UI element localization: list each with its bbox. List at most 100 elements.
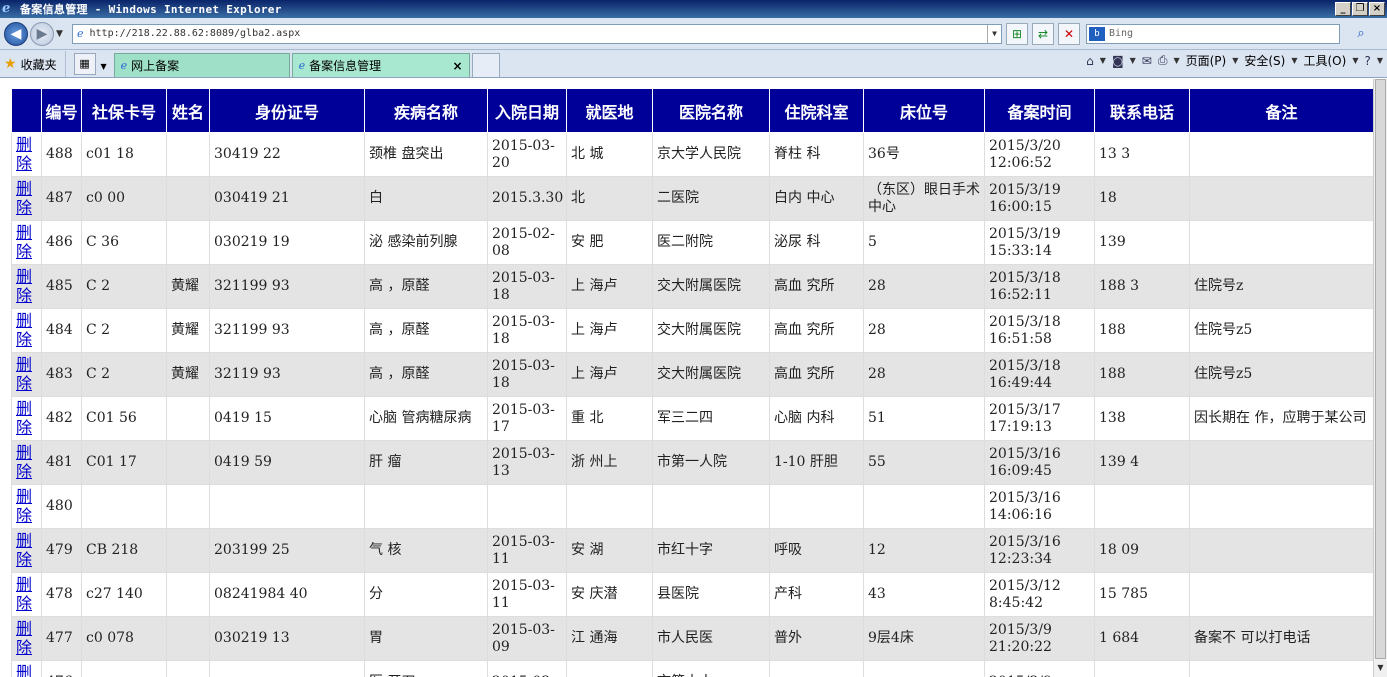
minimize-button[interactable]: _ [1335,2,1351,16]
command-bar: ⌂ ▼ ◙ ▼ ✉ ⎙ ▼ 页面(P) ▼ 安全(S) ▼ 工具(O) ▼ ? ▼ [1086,52,1383,69]
delete-link[interactable]: 删除 [16,443,32,481]
delete-link[interactable]: 删除 [16,575,32,613]
cell-place: 上 海卢 [566,352,653,397]
history-dropdown-icon[interactable]: ▼ [56,29,68,39]
cell-number: 483 [41,352,82,397]
page-menu[interactable]: 页面(P) [1186,52,1227,69]
page-dropdown-icon[interactable]: ▼ [1232,56,1238,65]
tools-menu[interactable]: 工具(O) [1304,52,1347,69]
cell-place: 北 城 [566,132,653,177]
star-icon: ★ [4,56,17,72]
tab-online-filing[interactable]: ℯ 网上备案 [113,53,290,77]
delete-link[interactable]: 删除 [16,399,32,437]
safety-menu[interactable]: 安全(S) [1244,52,1285,69]
cell-filing-time: 2015/3/20 12:06:52 [984,132,1095,177]
cell-id-number: 0419 59 [209,440,365,485]
cell-number: 486 [41,220,82,265]
back-button[interactable]: ◀ [4,21,28,46]
table-row: 删除 481 C01 17 0419 59 肝 瘤 2015-03-13 浙 州上 市第一人院… [11,440,1374,485]
tools-dropdown-icon[interactable]: ▼ [1352,56,1358,65]
delete-link[interactable]: 删除 [16,663,32,677]
delete-link[interactable]: 删除 [16,531,32,569]
close-window-button[interactable]: × [1369,2,1385,16]
delete-link[interactable]: 删除 [16,619,32,657]
cell-admit-date: 2015-03-09 [487,616,567,661]
cell-action: 删除 [11,440,42,485]
window-title: 备案信息管理 - Windows Internet Explorer [20,3,282,16]
cell-phone: 13 3 [1094,132,1190,177]
delete-link[interactable]: 删除 [16,179,32,217]
table-row: 删除 484 C 2 黄耀 321199 93 高 ，原醛 2015-03-18 上 海卢 交大… [11,308,1374,353]
filing-table: 编号 社保卡号 姓名 身份证号 疾病名称 入院日期 就医地 医院名称 住院科室 … [11,88,1374,677]
cell-note [1189,660,1374,677]
tab-list-dropdown-icon[interactable]: ▼ [98,62,110,71]
cell-number: 479 [41,528,82,573]
new-tab-button[interactable] [471,53,500,77]
cell-bed: 51 [863,396,985,441]
delete-link[interactable]: 删除 [16,311,32,349]
cell-action: 删除 [11,616,42,661]
cell-disease: 气 核 [364,528,488,573]
cell-hospital: 京大学人民院 [652,132,770,177]
scrollbar-thumb[interactable] [1375,79,1386,659]
table-row: 删除 479 CB 218 203199 25 气 核 2015-03-11 安 湖市红十字… [11,528,1374,573]
feeds-dropdown-icon[interactable]: ▼ [1130,56,1136,65]
cell-phone: 138 [1094,396,1190,441]
cell-number: 488 [41,132,82,177]
cell-filing-time: 2015/3/12 8:45:42 [984,572,1095,617]
search-icon[interactable]: ⌕ [1346,23,1376,45]
safety-dropdown-icon[interactable]: ▼ [1291,56,1297,65]
delete-link[interactable]: 删除 [16,267,32,305]
vertical-scrollbar[interactable]: ▼ [1373,79,1387,677]
header-department: 住院科室 [769,88,864,133]
cell-filing-time: 2015/3/16 16:09:45 [984,440,1095,485]
delete-link[interactable]: 删除 [16,223,32,261]
header-phone: 联系电话 [1094,88,1190,133]
stop-icon[interactable]: ✕ [1058,22,1080,45]
forward-button[interactable]: ▶ [30,21,54,46]
tab-filing-management[interactable]: ℯ 备案信息管理 × [291,53,470,77]
cell-disease: 白 [364,176,488,221]
cell-action: 删除 [11,528,42,573]
cell-name [166,132,210,177]
help-icon[interactable]: ? [1364,54,1370,68]
page-icon: ℯ [77,27,84,40]
delete-link[interactable]: 删除 [16,487,32,525]
cell-place: 江 通海 [566,616,653,661]
header-action [11,88,42,133]
table-row: 删除 480 2015/3/16 14:06:16 [11,484,1374,529]
feeds-icon[interactable]: ◙ [1112,54,1124,68]
mail-icon[interactable]: ✉ [1142,54,1152,68]
cell-number: 476 [41,660,82,677]
delete-link[interactable]: 删除 [16,355,32,393]
cell-admit-date [487,484,567,529]
cell-bed: 28 [863,264,985,309]
delete-link[interactable]: 删除 [16,135,32,173]
url-field[interactable]: ℯ http://218.22.88.62:8089/glba2.aspx ▼ [72,23,1002,44]
url-dropdown-icon[interactable]: ▼ [987,24,1001,43]
header-filing-time: 备案时间 [984,88,1095,133]
cell-department [769,484,864,529]
cell-hospital: 市红十字 [652,528,770,573]
close-tab-icon[interactable]: × [453,59,463,73]
header-admit-date: 入院日期 [487,88,567,133]
cell-note [1189,132,1374,177]
cell-place: 安 庆潜 [566,572,653,617]
restore-button[interactable]: ❐ [1352,2,1368,16]
search-input[interactable]: b Bing [1086,23,1340,44]
print-icon[interactable]: ⎙ [1158,53,1168,68]
refresh-icon[interactable]: ⇄ [1032,22,1054,45]
compatibility-view-icon[interactable]: ⊞ [1006,22,1028,45]
quick-tabs-icon[interactable]: ▦ [73,53,96,75]
favorites-button[interactable]: ★ 收藏夹 [4,51,66,77]
cell-phone: 139 4 [1094,440,1190,485]
print-dropdown-icon[interactable]: ▼ [1173,56,1179,65]
cell-id-number: 0419 15 [209,396,365,441]
cell-phone [1094,484,1190,529]
cell-department: 白内 中心 [769,176,864,221]
home-icon[interactable]: ⌂ [1086,54,1094,68]
scroll-down-icon[interactable]: ▼ [1375,663,1386,675]
home-dropdown-icon[interactable]: ▼ [1100,56,1106,65]
help-dropdown-icon[interactable]: ▼ [1377,56,1383,65]
cell-social-card: C 2 [81,264,167,309]
